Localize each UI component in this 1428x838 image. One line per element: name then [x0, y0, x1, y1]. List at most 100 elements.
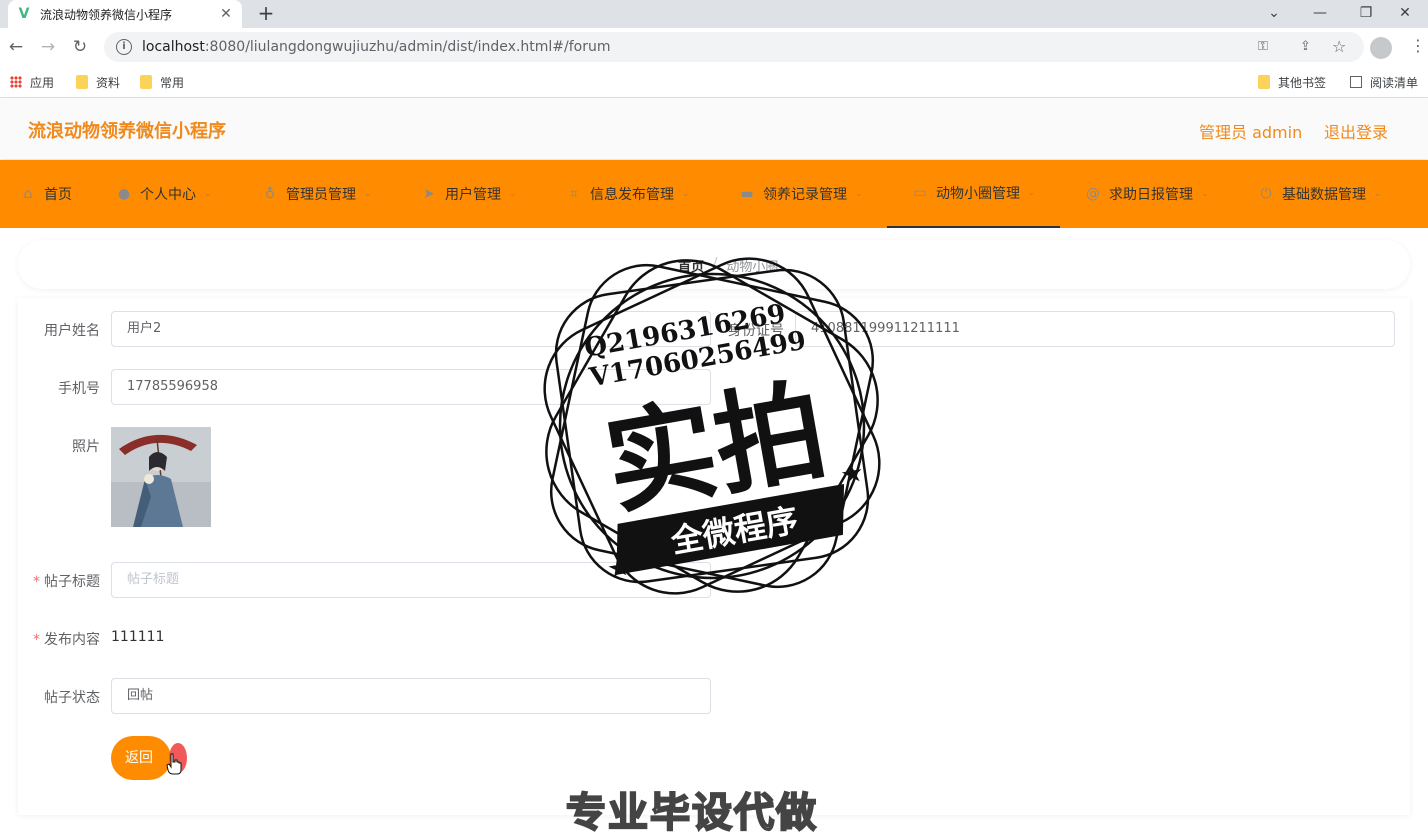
chevron-down-icon: ⌄ — [1028, 188, 1036, 198]
breadcrumb-container: 首页 / 动物小圈 — [18, 240, 1410, 289]
share-icon[interactable]: ⇪ — [1300, 32, 1311, 62]
main-nav: ⌂ 首页 ● 个人中心 ⌄ ♁ 管理员管理 ⌄ ➤ 用户管理 ⌄ ⌗ 信息发布管… — [0, 160, 1428, 228]
window-close-icon[interactable]: ✕ — [1382, 0, 1428, 28]
nav-label: 动物小圈管理 — [936, 186, 1020, 202]
apps-grid-icon — [10, 76, 22, 88]
bookmark-folder-materials[interactable]: 资料 — [76, 72, 120, 92]
breadcrumb-current: 动物小圈 — [726, 260, 779, 275]
chevron-down-icon: ⌄ — [204, 189, 212, 199]
at-icon: @ — [1086, 186, 1100, 202]
photo-image — [111, 427, 211, 527]
folder-icon — [76, 75, 88, 89]
send-icon: ➤ — [423, 186, 435, 202]
bookmark-apps[interactable]: 应用 — [10, 72, 54, 92]
phone-field[interactable]: 17785596958 — [111, 369, 711, 405]
content-label-text: 发布内容 — [44, 632, 100, 648]
nav-label: 领养记录管理 — [763, 187, 847, 203]
post-title-label-text: 帖子标题 — [44, 574, 100, 590]
nav-item-info[interactable]: ⌗ 信息发布管理 ⌄ — [566, 160, 690, 228]
nav-item-basedata[interactable]: ⏻ 基础数据管理 ⌄ — [1258, 160, 1382, 228]
power-icon: ⏻ — [1260, 186, 1272, 202]
idcard-label: 身份证号 — [728, 323, 784, 339]
status-field[interactable]: 回帖 — [111, 678, 711, 714]
new-tab-icon[interactable]: + — [254, 2, 278, 26]
microphone-icon: ♁ — [264, 186, 276, 202]
nav-label: 基础数据管理 — [1282, 187, 1366, 203]
nav-item-users[interactable]: ➤ 用户管理 ⌄ — [421, 160, 517, 228]
chevron-down-icon: ⌄ — [509, 189, 517, 199]
reading-list[interactable]: 阅读清单 — [1350, 72, 1418, 92]
breadcrumb: 首页 / 动物小圈 — [678, 256, 778, 275]
user-icon: ● — [117, 186, 131, 202]
nav-item-home[interactable]: ⌂ 首页 — [20, 160, 72, 228]
folder-icon — [140, 75, 152, 89]
key-icon[interactable]: ⚿ — [1258, 32, 1268, 62]
star-icon[interactable]: ☆ — [1332, 32, 1346, 62]
nav-item-forum[interactable]: ▭ 动物小圈管理 ⌄ — [887, 160, 1060, 228]
nav-label: 个人中心 — [140, 187, 196, 203]
url-host: localhost — [142, 39, 205, 55]
browser-tabbar: V 流浪动物领养微信小程序 ✕ + ⌄ — ❐ ✕ — [0, 0, 1428, 28]
tab-close-icon[interactable]: ✕ — [218, 6, 234, 22]
site-info-icon[interactable]: i — [116, 39, 132, 55]
idcard-field[interactable]: 410881199911211111 — [795, 311, 1395, 347]
nav-item-help[interactable]: @ 求助日报管理 ⌄ — [1085, 160, 1209, 228]
folder-icon — [1258, 75, 1270, 89]
monitor-icon: ▬ — [740, 186, 754, 202]
chevron-down-icon: ⌄ — [855, 189, 863, 199]
nav-item-profile[interactable]: ● 个人中心 ⌄ — [116, 160, 212, 228]
reading-list-icon — [1350, 76, 1362, 88]
app-header: 流浪动物领养微信小程序 管理员 admin 退出登录 — [0, 99, 1428, 159]
chevron-down-icon: ⌄ — [1201, 189, 1209, 199]
post-title-label: * 帖子标题 — [33, 574, 100, 590]
reload-icon[interactable]: ↻ — [68, 35, 92, 59]
forward-arrow-icon[interactable]: → — [36, 35, 60, 59]
chevron-down-icon: ⌄ — [682, 189, 690, 199]
logout-link[interactable]: 退出登录 — [1324, 119, 1388, 143]
content-label: * 发布内容 — [33, 632, 100, 648]
current-user: 管理员 admin — [1199, 123, 1303, 142]
nav-label: 管理员管理 — [286, 187, 356, 203]
browser-tab[interactable]: V 流浪动物领养微信小程序 ✕ — [8, 0, 242, 28]
phone-label: 手机号 — [58, 381, 100, 397]
back-arrow-icon[interactable]: ← — [4, 35, 28, 59]
chevron-down-icon: ⌄ — [1374, 189, 1382, 199]
tab-search-icon[interactable]: ⌄ — [1251, 0, 1297, 28]
app-title: 流浪动物领养微信小程序 — [28, 121, 226, 142]
bookmark-label: 阅读清单 — [1370, 75, 1419, 90]
username-label: 用户姓名 — [44, 323, 100, 339]
minimize-icon[interactable]: — — [1297, 0, 1343, 28]
nav-label: 求助日报管理 — [1109, 187, 1193, 203]
post-title-input[interactable]: 帖子标题 — [111, 562, 711, 598]
user-photo[interactable] — [111, 427, 211, 527]
nav-label: 用户管理 — [445, 187, 501, 203]
vue-logo-icon: V — [18, 6, 30, 22]
crop-icon: ⌗ — [570, 186, 578, 202]
nav-label: 首页 — [44, 187, 72, 203]
nav-item-adoption[interactable]: ▬ 领养记录管理 ⌄ — [739, 160, 863, 228]
bookmark-label: 其他书签 — [1278, 75, 1327, 90]
status-label: 帖子状态 — [44, 690, 100, 706]
bookmark-folder-common[interactable]: 常用 — [140, 72, 184, 92]
bookmark-label: 应用 — [30, 75, 55, 90]
bookmark-label: 资料 — [96, 75, 121, 90]
content-value: 111111 — [111, 629, 165, 645]
photo-label: 照片 — [72, 439, 100, 455]
browser-toolbar: ← → ↻ i localhost:8080/liulangdongwujiuz… — [0, 28, 1428, 66]
bookmark-other[interactable]: 其他书签 — [1258, 72, 1326, 92]
url-path: :8080/liulangdongwujiuzhu/admin/dist/ind… — [204, 39, 611, 55]
bookmarks-bar: 应用 资料 常用 其他书签 阅读清单 — [0, 66, 1428, 98]
breadcrumb-separator: / — [713, 256, 718, 271]
back-button[interactable]: 返回 — [111, 736, 171, 780]
profile-avatar-icon[interactable] — [1370, 37, 1392, 59]
username-field[interactable]: 用户2 — [111, 311, 711, 347]
address-bar[interactable]: i localhost:8080/liulangdongwujiuzhu/adm… — [104, 32, 1364, 62]
forum-detail-form: 用户姓名 用户2 身份证号 410881199911211111 手机号 177… — [18, 298, 1410, 815]
hand-cursor-icon — [166, 753, 182, 775]
breadcrumb-home[interactable]: 首页 — [678, 256, 704, 275]
more-menu-icon[interactable]: ⋮ — [1410, 36, 1426, 55]
chat-icon: ▭ — [913, 185, 927, 201]
nav-item-admin[interactable]: ♁ 管理员管理 ⌄ — [262, 160, 372, 228]
bookmark-label: 常用 — [160, 75, 185, 90]
home-icon: ⌂ — [23, 186, 33, 202]
